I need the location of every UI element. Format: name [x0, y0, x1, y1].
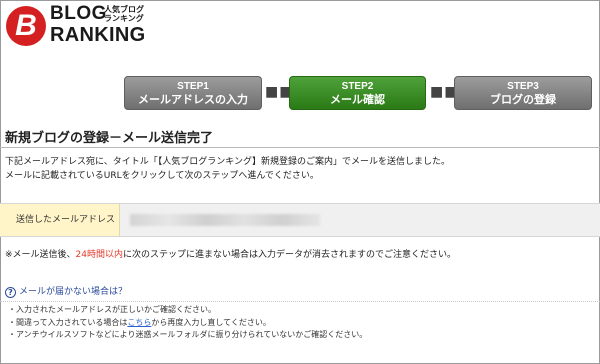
help-heading: ? メールが届かない場合は？ [5, 285, 127, 299]
blog-ranking-logo[interactable]: B BLOG 人気ブログ ランキング RANKING [6, 4, 146, 48]
expiry-notice: ※メール送信後、24時間以内に次のステップに進まない場合は入力データが消去されま… [5, 248, 456, 262]
notice-deadline: 24時間以内 [75, 250, 123, 260]
sent-email-label: 送信したメールアドレス [0, 204, 120, 236]
sent-email-row: 送信したメールアドレス [0, 203, 600, 237]
step-name: メール確認 [330, 94, 385, 106]
logo-badge-icon: B [6, 6, 46, 46]
title-divider [0, 147, 600, 148]
step-number: STEP3 [507, 81, 539, 92]
instructions-text: 下記メールアドレス宛に、タイトル「【人気ブログランキング】新規登録のご案内」でメ… [5, 155, 450, 183]
notice-text: ※メール送信後、 [5, 250, 76, 260]
step-number: STEP2 [341, 81, 374, 92]
notice-text: に次のステップに進まない場合は入力データが消去されますのでご注意ください。 [123, 250, 457, 260]
help-list-item: 入力されたメールアドレスが正しいかご確認ください。 [8, 304, 367, 317]
help-heading-text: メールが届かない場合は？ [19, 287, 128, 297]
help-divider [0, 301, 600, 302]
step-name: メールアドレスの入力 [138, 94, 248, 106]
instructions-line: 下記メールアドレス宛に、タイトル「【人気ブログランキング】新規登録のご案内」でメ… [5, 157, 450, 167]
help-list: 入力されたメールアドレスが正しいかご確認ください。 間違って入力されている場合は… [8, 304, 367, 342]
logo-text-ranking: RANKING [50, 24, 146, 46]
instructions-line: メールに記載されているURLをクリックして次のステップへ進んでください。 [5, 171, 319, 181]
step-number: STEP1 [177, 81, 209, 92]
step-1-email-input: STEP1 メールアドレスの入力 [124, 76, 262, 110]
step-name: ブログの登録 [490, 94, 556, 106]
help-list-item: アンチウイルスソフトなどにより迷惑メールフォルダに振り分けられていないかご確認く… [8, 329, 367, 342]
step-2-email-confirm: STEP2 メール確認 [289, 76, 426, 110]
reenter-link[interactable]: こちら [127, 318, 151, 327]
logo-text-blog: BLOG [50, 3, 107, 24]
logo-jp-tagline: 人気ブログ ランキング [104, 5, 144, 23]
help-list-item: 間違って入力されている場合はこちらから再度入力し直してください。 [8, 317, 367, 330]
sent-email-value-redacted [130, 214, 320, 226]
step-3-blog-register: STEP3 ブログの登録 [454, 76, 592, 110]
page-title: 新規ブログの登録－メール送信完了 [5, 131, 214, 146]
help-question-icon: ? [5, 287, 16, 298]
